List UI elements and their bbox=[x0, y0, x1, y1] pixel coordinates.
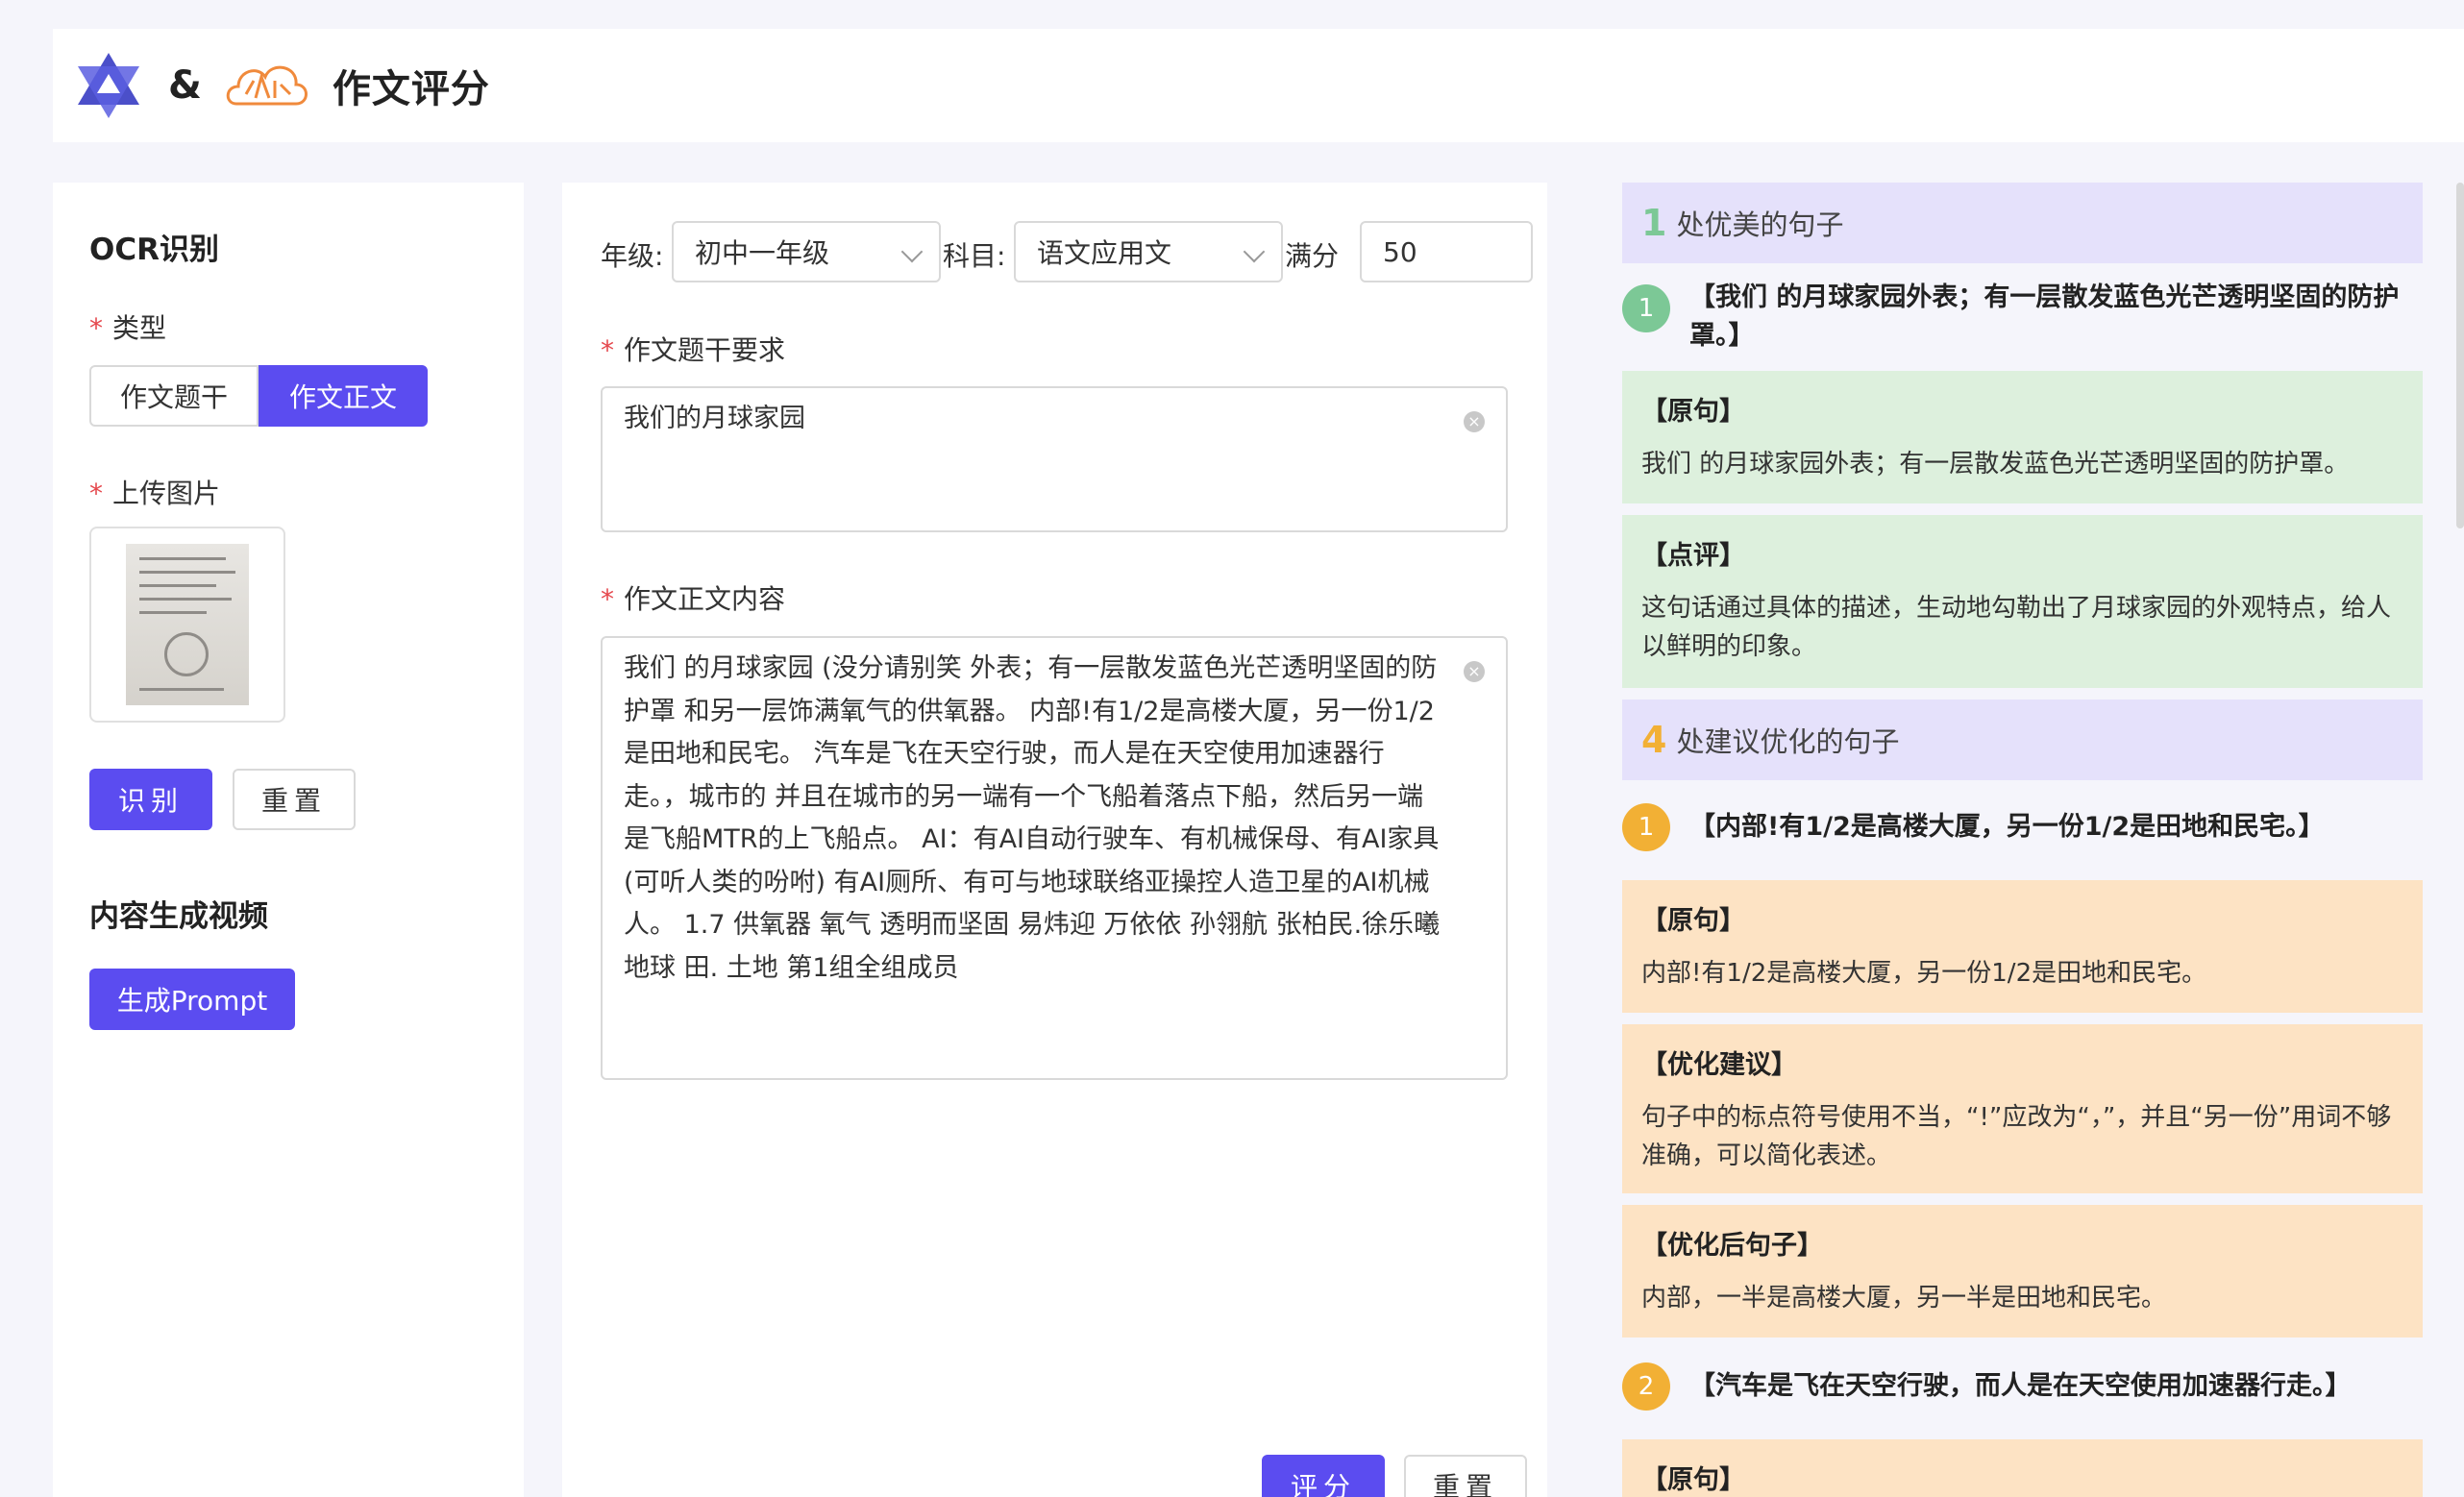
recognize-button[interactable]: 识别 bbox=[89, 769, 212, 830]
improve-item-1: 1 【内部!有1/2是高楼大厦，另一份1/2是田地和民宅。】 bbox=[1622, 803, 2423, 851]
grade-select[interactable]: 初中一年级 bbox=[672, 221, 941, 282]
ocr-panel: OCR识别 * 类型 作文题干 作文正文 * 上传图片 识别 重置 内容生成视频 生… bbox=[53, 183, 524, 1497]
chevron-down-icon bbox=[900, 240, 924, 263]
grade-label: 年级: bbox=[601, 240, 664, 272]
score-button[interactable]: 评分 bbox=[1262, 1455, 1385, 1497]
clear-icon[interactable]: × bbox=[1464, 411, 1485, 432]
ocr-reset-button[interactable]: 重置 bbox=[233, 769, 356, 830]
form-reset-button[interactable]: 重置 bbox=[1404, 1455, 1527, 1497]
essay-photo-thumbnail bbox=[126, 544, 249, 705]
type-segmented-control: 作文题干 作文正文 bbox=[89, 365, 428, 427]
type-option-topic[interactable]: 作文题干 bbox=[89, 365, 259, 427]
essay-form-panel: 年级: 初中一年级 科目: 语文应用文 满分 50 * 作文题干要求 我们的月球家… bbox=[562, 183, 1547, 1497]
improve-sentences-header: 4 处建议优化的句子 bbox=[1622, 699, 2423, 780]
full-score-input[interactable]: 50 bbox=[1360, 221, 1533, 282]
comment-card: 【点评】 这句话通过具体的描述，生动地勾勒出了月球家园的外观特点，给人以鲜明的印… bbox=[1622, 515, 2423, 688]
uploaded-image-card[interactable] bbox=[89, 527, 285, 723]
clear-icon[interactable]: × bbox=[1464, 661, 1485, 682]
type-option-body[interactable]: 作文正文 bbox=[259, 365, 428, 427]
qwen-logo-icon bbox=[78, 53, 139, 118]
full-score-label: 满分 bbox=[1285, 240, 1340, 272]
result-panel: 1 处优美的句子 1 【我们 的月球家园外表；有一层散发蓝色光芒透明坚固的防护罩。… bbox=[1622, 183, 2423, 1497]
subject-label: 科目: bbox=[943, 240, 1006, 272]
generate-prompt-button[interactable]: 生成Prompt bbox=[89, 969, 295, 1030]
header-ampersand: & bbox=[168, 63, 202, 108]
index-badge: 1 bbox=[1622, 284, 1670, 332]
good-sentence: 【我们 的月球家园外表；有一层散发蓝色光芒透明坚固的防护罩。】 bbox=[1689, 282, 2400, 351]
index-badge: 1 bbox=[1622, 803, 1670, 851]
app-header: & 作文评分 bbox=[53, 29, 2464, 142]
original-card: 【原句】 内部!有1/2是高楼大厦，另一份1/2是田地和民宅。 bbox=[1622, 880, 2423, 1013]
index-badge: 2 bbox=[1622, 1362, 1670, 1411]
topic-textarea[interactable]: 我们的月球家园 × bbox=[601, 386, 1508, 532]
ocr-section-title: OCR识别 bbox=[89, 233, 219, 267]
content-label: * 作文正文内容 bbox=[601, 583, 786, 615]
improve-sentence: 【汽车是飞在天空行驶，而人是在天空使用加速器行走。】 bbox=[1689, 1371, 2352, 1401]
upload-label: * 上传图片 bbox=[89, 478, 221, 509]
subject-select[interactable]: 语文应用文 bbox=[1014, 221, 1283, 282]
improve-sentence: 【内部!有1/2是高楼大厦，另一份1/2是田地和民宅。】 bbox=[1689, 812, 2325, 842]
original-card: 【原句】 bbox=[1622, 1439, 2423, 1497]
chevron-down-icon bbox=[1243, 240, 1266, 263]
type-label: * 类型 bbox=[89, 312, 167, 344]
good-sentences-header: 1 处优美的句子 bbox=[1622, 183, 2423, 263]
xiaoniu-cloud-logo-icon bbox=[226, 65, 308, 106]
original-card: 【原句】 我们 的月球家园外表；有一层散发蓝色光芒透明坚固的防护罩。 bbox=[1622, 371, 2423, 503]
topic-label: * 作文题干要求 bbox=[601, 334, 786, 366]
content-textarea[interactable]: 我们 的月球家园 (没分请别笑 外表；有一层散发蓝色光芒透明坚固的防护罩 和另一… bbox=[601, 636, 1508, 1080]
page-title: 作文评分 bbox=[332, 67, 490, 111]
suggestion-card: 【优化建议】 句子中的标点符号使用不当，“!”应改为“，”，并且“另一份”用词不… bbox=[1622, 1024, 2423, 1193]
good-item-1: 1 【我们 的月球家园外表；有一层散发蓝色光芒透明坚固的防护罩。】 bbox=[1622, 279, 2423, 356]
scrollbar[interactable] bbox=[2456, 183, 2464, 528]
video-section-title: 内容生成视频 bbox=[89, 899, 268, 934]
improve-item-2: 2 【汽车是飞在天空行驶，而人是在天空使用加速器行走。】 bbox=[1622, 1362, 2423, 1411]
optimized-card: 【优化后句子】 内部，一半是高楼大厦，另一半是田地和民宅。 bbox=[1622, 1205, 2423, 1337]
